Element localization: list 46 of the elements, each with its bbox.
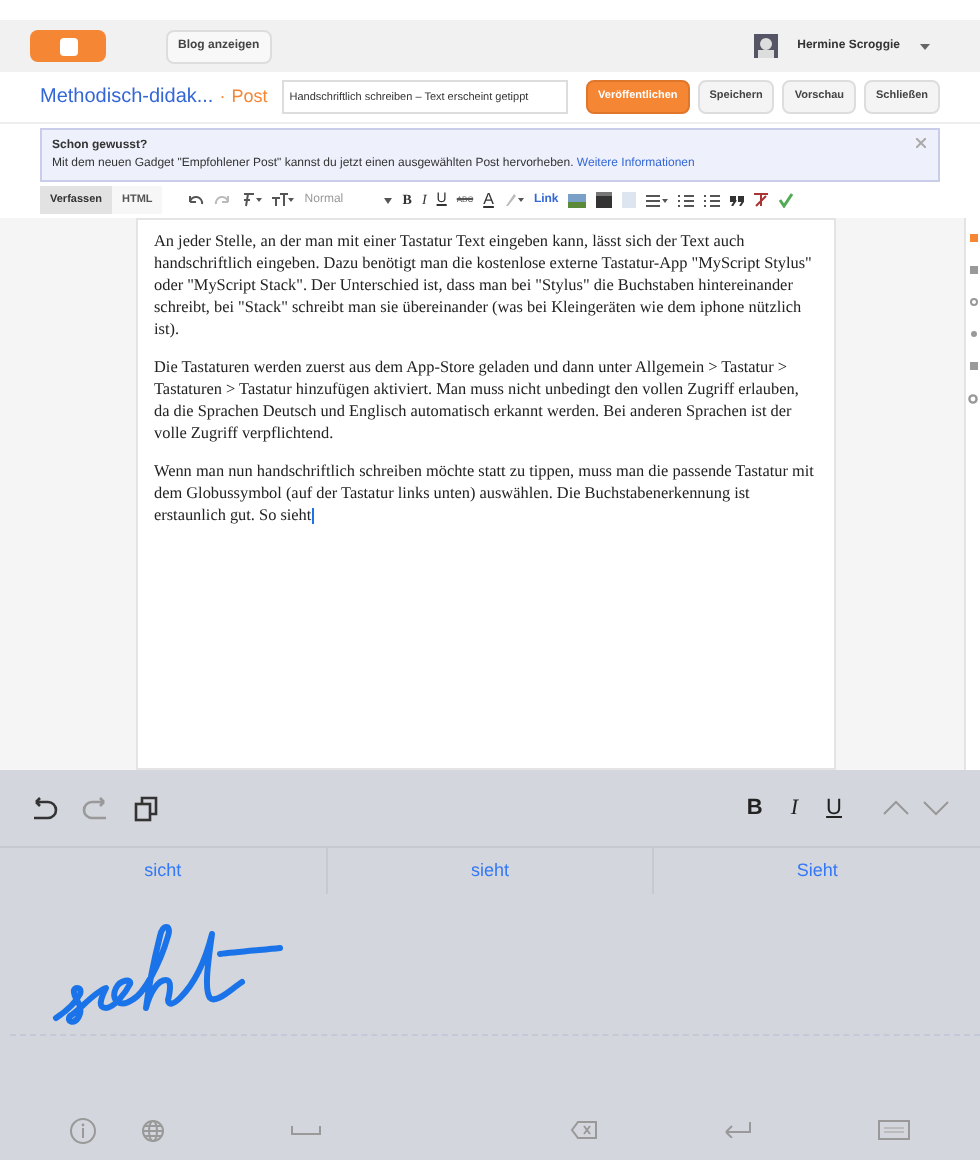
highlight-icon[interactable]: [503, 192, 524, 208]
quote-icon[interactable]: [730, 195, 745, 205]
paragraph: Wenn man nun handschriftlich schreiben möchte statt zu tippen, muss man die passende Tastatur mit dem Globussymbol (auf der Tastatur links unten) auswählen. Die Buchstabenerkennung ist erstaunlich gut. So sieht: [154, 460, 816, 526]
space-icon[interactable]: [290, 1125, 323, 1135]
sidebar-icon[interactable]: [969, 362, 977, 370]
paragraph: Die Tastaturen werden zuerst aus dem App-Store geladen und dann unter Allgemein > Tastatur > Tastaturen > Tastatur hinzufügen aktiviert. Man muss nicht unbedingt den vollen Zugriff erlauben, da die Sprachen Deutsch und Englisch automatisch erkannt werden. Bei anderen Sprachen ist der volle Zugriff verpflichtend.: [154, 356, 801, 444]
sidebar-icon[interactable]: [969, 266, 977, 274]
font-icon[interactable]: [240, 192, 263, 208]
up-icon[interactable]: [882, 800, 910, 816]
redo-icon[interactable]: [82, 796, 110, 820]
format-key[interactable]: B: [746, 791, 763, 825]
section-label: Post: [231, 83, 268, 110]
globe-icon[interactable]: [142, 1119, 165, 1141]
undo-icon[interactable]: [188, 194, 205, 206]
clipboard-icon[interactable]: [134, 795, 158, 821]
sidebar-icon[interactable]: [969, 298, 977, 306]
format-key[interactable]: U: [826, 791, 842, 825]
align-icon[interactable]: [646, 193, 669, 207]
down-icon[interactable]: [922, 800, 950, 816]
return-icon[interactable]: [723, 1122, 752, 1138]
undo-icon[interactable]: [30, 796, 58, 820]
video-icon[interactable]: [596, 192, 613, 208]
numbered-list-icon[interactable]: [678, 193, 695, 207]
redo-icon[interactable]: [214, 194, 231, 206]
backspace-icon[interactable]: [569, 1120, 598, 1140]
bullet-list-icon[interactable]: [704, 193, 721, 207]
text-color-button[interactable]: A: [483, 188, 494, 212]
clear-format-icon[interactable]: [754, 192, 769, 208]
blogger-logo-icon[interactable]: [30, 30, 106, 62]
editor-page[interactable]: [136, 218, 836, 770]
caret-icon: [384, 197, 393, 203]
keyboard-icon[interactable]: [877, 1120, 910, 1140]
sidebar-icon[interactable]: [969, 234, 977, 242]
caret-icon[interactable]: [920, 43, 930, 49]
close-icon[interactable]: [916, 138, 926, 148]
blog-title[interactable]: Methodisch-didak...: [40, 82, 214, 112]
settings-icon[interactable]: [968, 394, 978, 404]
info-icon[interactable]: [70, 1117, 96, 1143]
paragraph: An jeder Stelle, an der man mit einer Tastatur Text eingeben kann, lässt sich der Text auch handschriftlich eingeben. Dazu benötigt man die kostenlose externe Tastatur-App "MyScript Stylus" oder "MyScript Stack". Der Unterschied ist, dass man bei "Stylus" die Buchstaben hintereinander schreibt, bei "Stack" schreibt man sie übereinander (was bei Kleingeräten wie dem iphone nützlich ist).: [154, 230, 814, 340]
spellcheck-icon[interactable]: [778, 192, 795, 208]
sidebar-icon[interactable]: [969, 330, 977, 338]
avatar-icon[interactable]: [753, 34, 778, 58]
font-size-icon[interactable]: [272, 192, 295, 208]
format-key[interactable]: I: [790, 791, 799, 825]
image-icon[interactable]: [568, 193, 587, 207]
separator: ·: [219, 83, 226, 110]
